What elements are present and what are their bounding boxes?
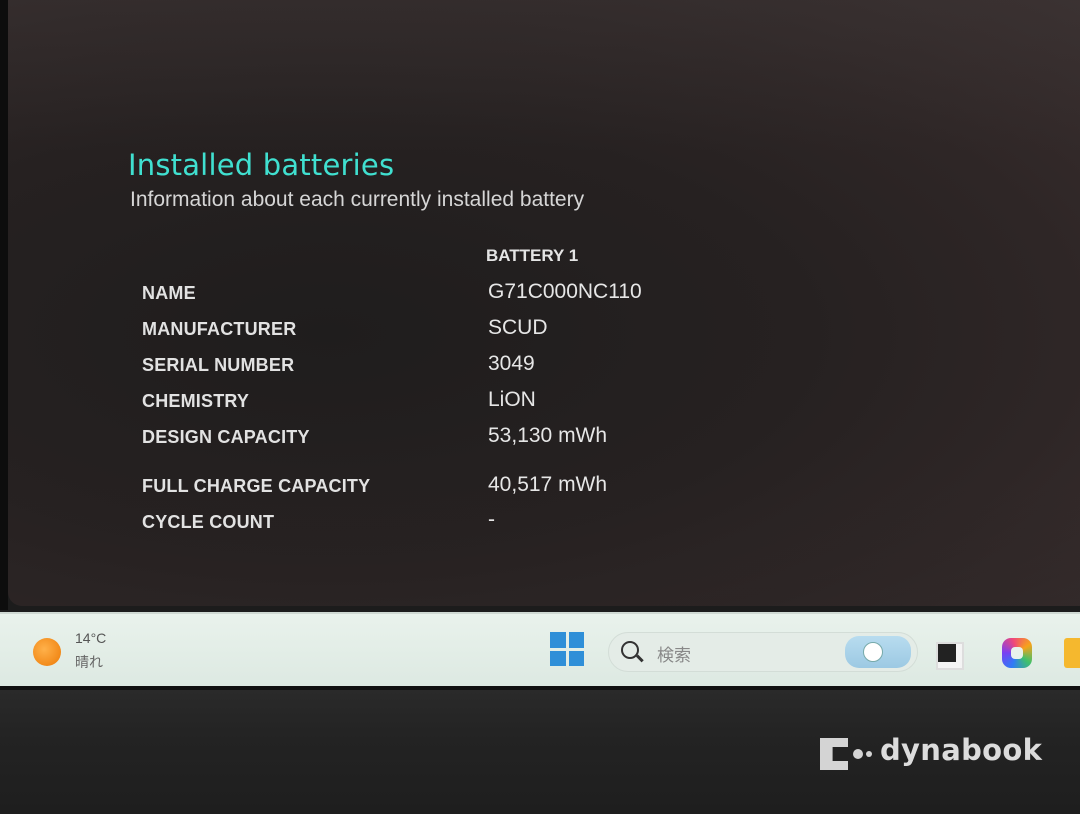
row-label-manufacturer: MANUFACTURER xyxy=(142,319,297,339)
taskbar: 14°C 晴れ 検索 xyxy=(0,612,1080,686)
row-value-cycle-count: - xyxy=(488,508,495,531)
weather-condition[interactable]: 晴れ xyxy=(75,652,103,672)
start-tile xyxy=(568,632,584,648)
screen-bezel xyxy=(0,0,8,610)
row-label-chemistry: CHEMISTRY xyxy=(142,391,250,411)
row-value-chemistry: LiON xyxy=(488,388,536,411)
row-label-serial-number: SERIAL NUMBER xyxy=(142,355,295,375)
row-value-serial-number: 3049 xyxy=(488,352,535,375)
taskbar-search-box[interactable]: 検索 xyxy=(608,632,918,672)
dynabook-logo-icon xyxy=(820,738,876,770)
file-explorer-icon[interactable] xyxy=(1064,638,1080,668)
row-label-cycle-count: CYCLE COUNT xyxy=(142,512,275,532)
weather-sun-icon[interactable] xyxy=(33,638,61,666)
page-subtitle: Information about each currently install… xyxy=(130,188,585,211)
brand-logo-text: dynabook xyxy=(880,733,1043,767)
search-highlight-icon[interactable] xyxy=(845,636,911,668)
copilot-icon[interactable] xyxy=(1002,638,1032,668)
row-label-name: NAME xyxy=(142,283,196,303)
search-icon xyxy=(621,641,639,659)
start-tile xyxy=(550,650,566,666)
row-value-name: G71C000NC110 xyxy=(488,280,642,303)
row-label-full-charge-capacity: FULL CHARGE CAPACITY xyxy=(142,476,371,496)
search-placeholder: 検索 xyxy=(657,646,691,666)
page-title: Installed batteries xyxy=(128,148,395,182)
row-label-design-capacity: DESIGN CAPACITY xyxy=(142,427,310,447)
task-view-icon[interactable] xyxy=(936,642,964,670)
weather-temperature[interactable]: 14°C xyxy=(75,630,106,646)
start-tile xyxy=(550,632,566,648)
row-value-design-capacity: 53,130 mWh xyxy=(488,424,608,447)
row-value-full-charge-capacity: 40,517 mWh xyxy=(488,473,608,496)
windows-start-icon[interactable] xyxy=(550,632,584,666)
row-value-manufacturer: SCUD xyxy=(488,316,548,339)
start-tile xyxy=(568,650,584,666)
battery-report-page: Installed batteries Information about ea… xyxy=(8,0,1080,606)
battery-column-header: BATTERY 1 xyxy=(486,246,579,265)
